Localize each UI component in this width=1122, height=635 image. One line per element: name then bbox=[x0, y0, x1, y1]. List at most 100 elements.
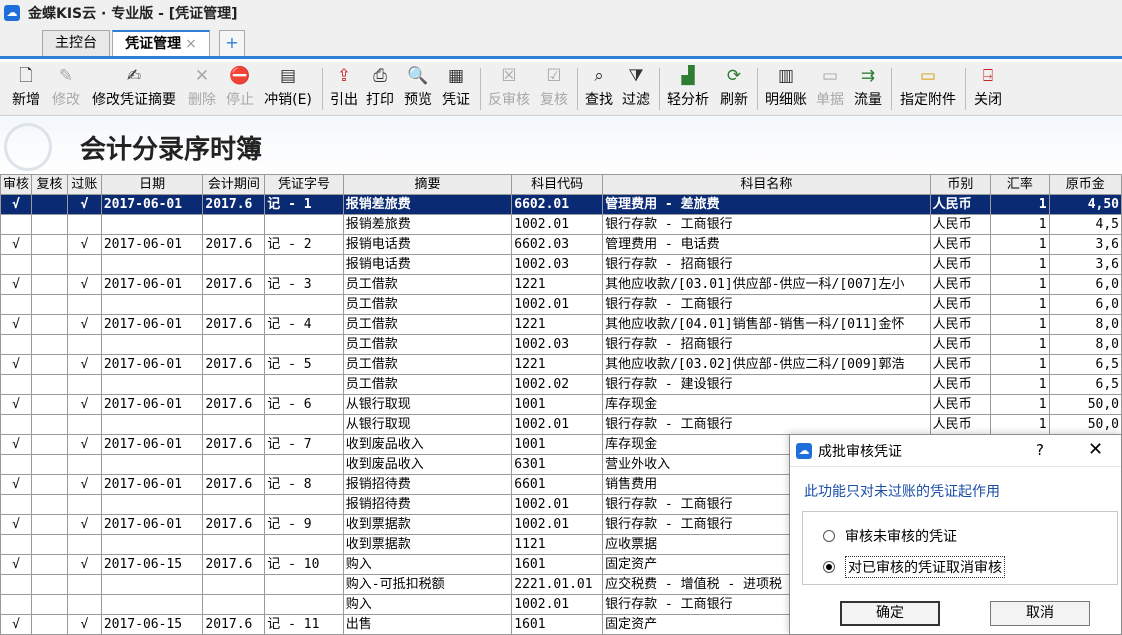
recheck-button[interactable]: ☑ 复核 bbox=[536, 62, 572, 116]
table-row[interactable]: 报销电话费 1002.03 银行存款 - 招商银行 人民币 1 3,6 bbox=[0, 254, 1122, 275]
cell-recheck bbox=[31, 234, 68, 255]
kis-app-icon: ☁ bbox=[4, 5, 20, 21]
cell-date: 2017-06-01 bbox=[100, 314, 204, 335]
cell-account-code: 1001 bbox=[511, 434, 604, 455]
cell-recheck bbox=[31, 214, 68, 235]
add-tab-button[interactable]: + bbox=[219, 30, 245, 56]
table-row[interactable]: √ √ 2017-06-01 2017.6 记 - 1 报销差旅费 6602.01 管理费用 … bbox=[0, 194, 1122, 215]
delete-button[interactable]: ✕ 删除 bbox=[184, 62, 220, 116]
table-row[interactable]: 报销差旅费 1002.01 银行存款 - 工商银行 人民币 1 4,5 bbox=[0, 214, 1122, 235]
cell-summary: 从银行取现 bbox=[342, 414, 513, 435]
cell-recheck bbox=[31, 534, 68, 555]
table-row[interactable]: √ √ 2017-06-01 2017.6 记 - 4 员工借款 1221 其他应收款/[04… bbox=[0, 314, 1122, 335]
attach-button[interactable]: ▭ 指定附件 bbox=[895, 62, 961, 116]
cell-rate: 1 bbox=[990, 374, 1050, 395]
table-row[interactable]: 员工借款 1002.02 银行存款 - 建设银行 人民币 1 6,5 bbox=[0, 374, 1122, 395]
col-header-posted[interactable]: 过账 bbox=[66, 174, 102, 195]
cell-recheck bbox=[31, 554, 68, 575]
cell-account-code: 1002.01 bbox=[511, 494, 604, 515]
cell-summary: 员工借款 bbox=[342, 334, 513, 355]
cell-voucher bbox=[264, 594, 344, 615]
col-header-recheck[interactable]: 复核 bbox=[31, 174, 68, 195]
col-header-voucher[interactable]: 凭证字号 bbox=[264, 174, 344, 195]
light-analysis-button[interactable]: ▟ 轻分析 bbox=[662, 62, 714, 116]
filter-button[interactable]: ⧩ 过滤 bbox=[618, 62, 654, 116]
col-header-period[interactable]: 会计期间 bbox=[202, 174, 266, 195]
help-icon[interactable]: ? bbox=[1036, 441, 1044, 459]
edit-summary-button[interactable]: ✍ 修改凭证摘要 bbox=[86, 62, 182, 116]
cell-voucher: 记 - 4 bbox=[264, 314, 344, 335]
close-button[interactable]: ⍈ 关闭 bbox=[970, 62, 1006, 116]
col-header-date[interactable]: 日期 bbox=[100, 174, 204, 195]
tab-home[interactable]: 主控台 bbox=[42, 30, 110, 56]
modify-button[interactable]: ✎ 修改 bbox=[48, 62, 84, 116]
reverse-button[interactable]: ▤ 冲销(E) bbox=[260, 62, 316, 116]
tab-close-icon[interactable]: × bbox=[185, 36, 197, 52]
tab-voucher-management[interactable]: 凭证管理 × bbox=[112, 30, 210, 56]
new-button[interactable]: 🗋 新增 bbox=[8, 62, 44, 116]
print-button[interactable]: ⎙ 打印 bbox=[363, 62, 397, 116]
page-header: 会计分录序时簿 bbox=[0, 117, 1122, 173]
cell-rate: 1 bbox=[990, 354, 1050, 375]
cell-rate: 1 bbox=[990, 234, 1050, 255]
cell-amount: 6,5 bbox=[1048, 374, 1122, 395]
cell-voucher: 记 - 8 bbox=[264, 474, 344, 495]
col-header-account-code[interactable]: 科目代码 bbox=[511, 174, 604, 195]
radio-audit-unaudited[interactable]: 审核未审核的凭证 bbox=[823, 526, 957, 546]
dialog-title: 成批审核凭证 bbox=[818, 443, 902, 460]
table-row[interactable]: √ √ 2017-06-01 2017.6 记 - 6 从银行取现 1001 库存现金 人民币 1… bbox=[0, 394, 1122, 415]
cancel-button[interactable]: 取消 bbox=[990, 601, 1090, 626]
cell-date: 2017-06-01 bbox=[100, 514, 204, 535]
document-button[interactable]: ▭ 单据 bbox=[812, 62, 848, 116]
find-button[interactable]: ⌕ 查找 bbox=[581, 62, 617, 116]
table-row[interactable]: 从银行取现 1002.01 银行存款 - 工商银行 人民币 1 50,0 bbox=[0, 414, 1122, 435]
cell-currency: 人民币 bbox=[929, 274, 992, 295]
table-row[interactable]: √ √ 2017-06-01 2017.6 记 - 2 报销电话费 6602.03 管理费用 … bbox=[0, 234, 1122, 255]
cell-summary: 报销电话费 bbox=[342, 254, 513, 275]
cell-account-code: 1002.01 bbox=[511, 414, 604, 435]
refresh-button[interactable]: ⟳ 刷新 bbox=[716, 62, 752, 116]
cell-voucher: 记 - 1 bbox=[264, 194, 344, 215]
table-row[interactable]: √ √ 2017-06-01 2017.6 记 - 5 员工借款 1221 其他应收款/[03… bbox=[0, 354, 1122, 375]
dialog-info-text: 此功能只对未过账的凭证起作用 bbox=[804, 484, 1000, 500]
table-row[interactable]: √ √ 2017-06-01 2017.6 记 - 3 员工借款 1221 其他应收款/[03… bbox=[0, 274, 1122, 295]
analysis-icon: ▟ bbox=[681, 66, 695, 86]
table-row[interactable]: 员工借款 1002.03 银行存款 - 招商银行 人民币 1 8,0 bbox=[0, 334, 1122, 355]
stop-button[interactable]: ⛔ 停止 bbox=[222, 62, 258, 116]
col-header-currency[interactable]: 币别 bbox=[929, 174, 992, 195]
cell-voucher: 记 - 6 bbox=[264, 394, 344, 415]
col-header-amount[interactable]: 原币金 bbox=[1048, 174, 1122, 195]
cell-currency: 人民币 bbox=[929, 394, 992, 415]
col-header-summary[interactable]: 摘要 bbox=[342, 174, 513, 195]
col-header-rate[interactable]: 汇率 bbox=[990, 174, 1050, 195]
radio-cancel-audit[interactable]: 对已审核的凭证取消审核 bbox=[823, 556, 1005, 578]
col-header-account-name[interactable]: 科目名称 bbox=[602, 174, 931, 195]
cell-recheck bbox=[31, 614, 68, 635]
ok-button[interactable]: 确定 bbox=[840, 601, 940, 626]
col-header-audit[interactable]: 审核 bbox=[0, 174, 33, 195]
flow-button[interactable]: ⇉ 流量 bbox=[850, 62, 886, 116]
cell-date bbox=[100, 294, 204, 315]
cell-date bbox=[100, 534, 204, 555]
toolbar-divider bbox=[480, 68, 481, 110]
detail-ledger-button[interactable]: ▥ 明细账 bbox=[760, 62, 812, 116]
preview-button[interactable]: 🔍 预览 bbox=[400, 62, 436, 116]
voucher-button[interactable]: ▦ 凭证 bbox=[438, 62, 474, 116]
cell-account-code: 1601 bbox=[511, 554, 604, 575]
cell-amount: 50,0 bbox=[1048, 394, 1122, 415]
cell-voucher: 记 - 7 bbox=[264, 434, 344, 455]
filter-icon: ⧩ bbox=[628, 66, 644, 86]
cell-recheck bbox=[31, 474, 68, 495]
cell-account-code: 1002.01 bbox=[511, 514, 604, 535]
window-title: 金蝶KIS云 · 专业版 - [凭证管理] bbox=[28, 6, 238, 22]
export-button[interactable]: ⇪ 引出 bbox=[327, 62, 361, 116]
cell-currency: 人民币 bbox=[929, 194, 992, 215]
close-icon[interactable]: ✕ bbox=[1088, 439, 1103, 460]
radio-unselected-icon bbox=[823, 530, 835, 542]
table-row[interactable]: 员工借款 1002.01 银行存款 - 工商银行 人民币 1 6,0 bbox=[0, 294, 1122, 315]
toolbar-divider bbox=[659, 68, 660, 110]
cell-rate: 1 bbox=[990, 214, 1050, 235]
cell-recheck bbox=[31, 294, 68, 315]
cell-period bbox=[202, 414, 266, 435]
unaudit-button[interactable]: ☒ 反审核 bbox=[484, 62, 534, 116]
